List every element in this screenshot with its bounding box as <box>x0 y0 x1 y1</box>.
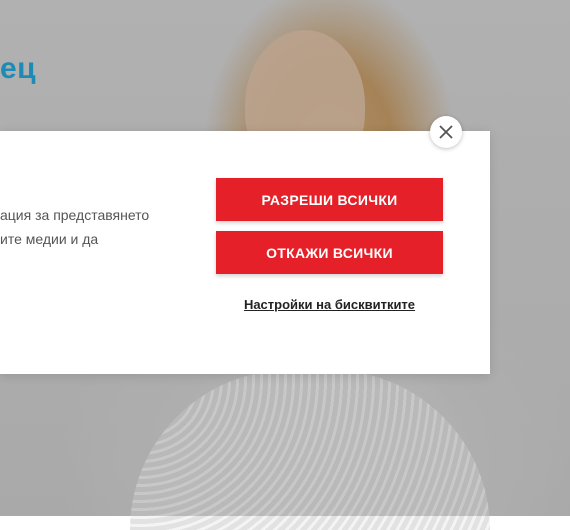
cookie-consent-text: ация за представянето ите медии и да <box>0 207 150 247</box>
close-dialog-button[interactable] <box>430 116 462 148</box>
deny-all-button[interactable]: ОТКАЖИ ВСИЧКИ <box>216 231 443 274</box>
close-icon <box>439 125 453 139</box>
cookie-settings-link[interactable]: Настройки на бисквитките <box>216 297 443 312</box>
allow-all-button[interactable]: РАЗРЕШИ ВСИЧКИ <box>216 178 443 221</box>
hero-title: ец <box>0 52 37 85</box>
cookie-consent-dialog: ация за представянето ите медии и да РАЗ… <box>0 131 490 374</box>
